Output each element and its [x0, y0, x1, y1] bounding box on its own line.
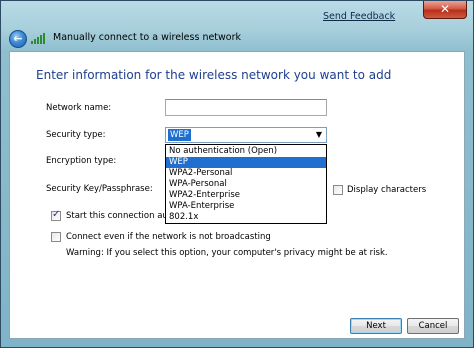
cancel-button[interactable]: Cancel [407, 318, 459, 334]
start-automatically-label: Start this connection auto [66, 211, 177, 221]
connect-hidden-label: Connect even if the network is not broad… [66, 232, 271, 242]
window-title: Manually connect to a wireless network [53, 32, 242, 43]
security-option-wep[interactable]: WEP [166, 157, 326, 168]
security-option-wpa2-enterprise[interactable]: WPA2-Enterprise [166, 190, 326, 201]
title-bar: Send Feedback ✕ ← Manually connect to a … [1, 1, 473, 51]
start-automatically-checkbox[interactable] [51, 209, 61, 221]
network-name-label: Network name: [46, 103, 112, 113]
security-option-8021x[interactable]: 802.1x [166, 212, 326, 223]
security-type-select[interactable]: WEP ▼ [165, 127, 327, 143]
close-button[interactable]: ✕ [423, 1, 467, 19]
send-feedback-link[interactable]: Send Feedback [323, 11, 395, 22]
wizard-window: Send Feedback ✕ ← Manually connect to a … [0, 0, 474, 348]
connect-hidden-checkbox[interactable] [51, 232, 61, 242]
security-type-value: WEP [168, 129, 191, 141]
security-option-wpa-enterprise[interactable]: WPA-Enterprise [166, 201, 326, 212]
security-option-wpa-personal[interactable]: WPA-Personal [166, 179, 326, 190]
display-characters-checkbox[interactable] [333, 185, 343, 195]
display-characters-label: Display characters [347, 185, 427, 195]
network-name-input[interactable] [165, 99, 327, 116]
security-type-label: Security type: [46, 130, 106, 140]
wizard-content: Enter information for the wireless netwo… [9, 51, 465, 339]
page-heading: Enter information for the wireless netwo… [36, 68, 392, 82]
back-arrow-icon: ← [13, 32, 23, 45]
encryption-type-label: Encryption type: [46, 156, 117, 166]
back-button[interactable]: ← [9, 30, 27, 48]
wireless-signal-icon [31, 32, 49, 44]
next-button[interactable]: Next [350, 318, 402, 334]
security-option-wpa2-personal[interactable]: WPA2-Personal [166, 168, 326, 179]
chevron-down-icon: ▼ [315, 130, 322, 139]
close-icon: ✕ [439, 2, 451, 16]
security-type-dropdown-list: No authentication (Open) WEP WPA2-Person… [165, 144, 327, 224]
security-option-open[interactable]: No authentication (Open) [166, 146, 326, 157]
privacy-warning: Warning: If you select this option, your… [66, 248, 388, 258]
security-key-label: Security Key/Passphrase: [46, 184, 153, 194]
